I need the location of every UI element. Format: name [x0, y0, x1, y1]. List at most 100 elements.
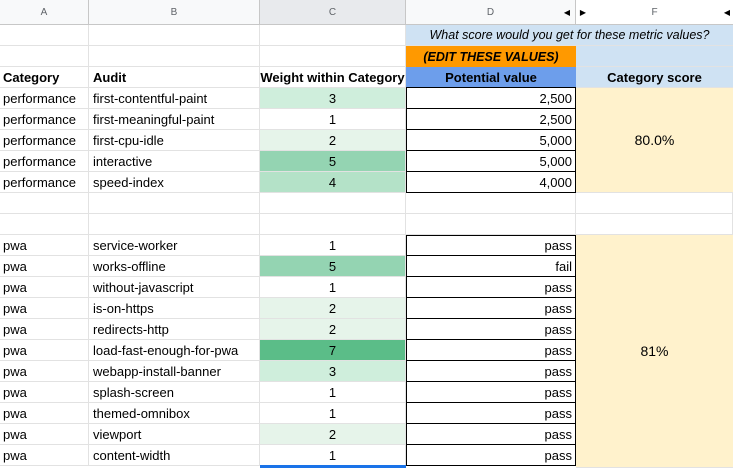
column-header-c[interactable]: C: [260, 0, 406, 25]
potential-value-cell[interactable]: pass: [406, 445, 576, 466]
column-header-d[interactable]: D: [406, 0, 576, 25]
audit-cell[interactable]: interactive: [89, 151, 260, 172]
category-cell[interactable]: performance: [0, 130, 89, 151]
cell[interactable]: [576, 214, 733, 235]
cell[interactable]: [0, 214, 89, 235]
weight-cell[interactable]: 5: [260, 256, 406, 277]
audit-cell[interactable]: webapp-install-banner: [89, 361, 260, 382]
weight-cell[interactable]: 3: [260, 88, 406, 109]
category-cell[interactable]: pwa: [0, 256, 89, 277]
weight-cell[interactable]: 1: [260, 277, 406, 298]
cell[interactable]: [260, 25, 406, 46]
audit-cell[interactable]: splash-screen: [89, 382, 260, 403]
audit-cell[interactable]: without-javascript: [89, 277, 260, 298]
edit-values-hint[interactable]: (EDIT THESE VALUES): [406, 46, 576, 67]
category-score-header[interactable]: Category score: [576, 67, 733, 88]
cell[interactable]: [406, 193, 576, 214]
potential-value-cell[interactable]: 4,000: [406, 172, 576, 193]
weight-cell[interactable]: 7: [260, 340, 406, 361]
category-header[interactable]: Category: [0, 67, 89, 88]
audit-cell[interactable]: speed-index: [89, 172, 260, 193]
weight-cell[interactable]: 3: [260, 361, 406, 382]
pwa-category-score[interactable]: 81%: [576, 235, 733, 468]
weight-cell[interactable]: 2: [260, 424, 406, 445]
potential-value-cell[interactable]: pass: [406, 361, 576, 382]
performance-category-score[interactable]: 80.0%: [576, 88, 733, 193]
category-cell[interactable]: pwa: [0, 445, 89, 466]
weight-cell[interactable]: 1: [260, 445, 406, 466]
audit-cell[interactable]: service-worker: [89, 235, 260, 256]
audit-cell[interactable]: themed-omnibox: [89, 403, 260, 424]
potential-value-cell[interactable]: pass: [406, 235, 576, 256]
potential-value-cell[interactable]: pass: [406, 340, 576, 361]
cell[interactable]: [576, 193, 733, 214]
cell[interactable]: [406, 214, 576, 235]
cell[interactable]: [89, 214, 260, 235]
category-cell[interactable]: performance: [0, 109, 89, 130]
weight-cell[interactable]: 2: [260, 130, 406, 151]
cell[interactable]: [0, 46, 89, 67]
question-header[interactable]: What score would you get for these metri…: [406, 25, 733, 46]
category-cell[interactable]: pwa: [0, 382, 89, 403]
weight-cell[interactable]: 2: [260, 298, 406, 319]
category-cell[interactable]: performance: [0, 88, 89, 109]
category-cell[interactable]: pwa: [0, 403, 89, 424]
cell[interactable]: [89, 25, 260, 46]
audit-cell[interactable]: viewport: [89, 424, 260, 445]
weight-cell[interactable]: 1: [260, 235, 406, 256]
category-cell[interactable]: performance: [0, 172, 89, 193]
potential-value-cell[interactable]: pass: [406, 277, 576, 298]
category-cell[interactable]: pwa: [0, 340, 89, 361]
potential-value-cell[interactable]: 5,000: [406, 130, 576, 151]
cell[interactable]: [0, 25, 89, 46]
audit-cell[interactable]: redirects-http: [89, 319, 260, 340]
weight-cell[interactable]: 1: [260, 403, 406, 424]
weight-cell[interactable]: 4: [260, 172, 406, 193]
weight-header[interactable]: Weight within Category: [260, 67, 406, 88]
potential-value-cell[interactable]: pass: [406, 403, 576, 424]
potential-value-cell[interactable]: fail: [406, 256, 576, 277]
empty-row: [0, 193, 733, 214]
category-cell[interactable]: pwa: [0, 298, 89, 319]
audit-cell[interactable]: is-on-https: [89, 298, 260, 319]
audit-cell[interactable]: first-meaningful-paint: [89, 109, 260, 130]
category-cell[interactable]: pwa: [0, 361, 89, 382]
column-header-f[interactable]: F: [576, 0, 733, 25]
potential-value-cell[interactable]: pass: [406, 298, 576, 319]
cell[interactable]: [576, 46, 733, 67]
potential-value-cell[interactable]: pass: [406, 424, 576, 445]
category-cell[interactable]: pwa: [0, 235, 89, 256]
hidden-column-arrow-icon[interactable]: ◀: [722, 0, 732, 25]
potential-value-header[interactable]: Potential value: [406, 67, 576, 88]
weight-cell[interactable]: 1: [260, 109, 406, 130]
category-cell[interactable]: pwa: [0, 424, 89, 445]
category-cell[interactable]: pwa: [0, 277, 89, 298]
audit-cell[interactable]: load-fast-enough-for-pwa: [89, 340, 260, 361]
potential-value-cell[interactable]: 5,000: [406, 151, 576, 172]
spreadsheet-grid: A B C D ◀ ▶ F ◀ What score would you get…: [0, 0, 733, 468]
weight-cell[interactable]: 2: [260, 319, 406, 340]
weight-cell[interactable]: 5: [260, 151, 406, 172]
column-header-a[interactable]: A: [0, 0, 89, 25]
audit-cell[interactable]: first-cpu-idle: [89, 130, 260, 151]
audit-cell[interactable]: works-offline: [89, 256, 260, 277]
cell[interactable]: [89, 193, 260, 214]
cell[interactable]: [260, 193, 406, 214]
category-cell[interactable]: pwa: [0, 319, 89, 340]
cell[interactable]: [89, 46, 260, 67]
column-header-b[interactable]: B: [89, 0, 260, 25]
audit-cell[interactable]: content-width: [89, 445, 260, 466]
weight-cell[interactable]: 1: [260, 382, 406, 403]
hidden-column-left-arrow-icon[interactable]: ◀: [562, 0, 572, 25]
audit-cell[interactable]: first-contentful-paint: [89, 88, 260, 109]
cell[interactable]: [0, 193, 89, 214]
potential-value-cell[interactable]: pass: [406, 319, 576, 340]
cell[interactable]: [260, 46, 406, 67]
empty-row: [0, 214, 733, 235]
potential-value-cell[interactable]: 2,500: [406, 109, 576, 130]
audit-header[interactable]: Audit: [89, 67, 260, 88]
potential-value-cell[interactable]: 2,500: [406, 88, 576, 109]
cell[interactable]: [260, 214, 406, 235]
category-cell[interactable]: performance: [0, 151, 89, 172]
potential-value-cell[interactable]: pass: [406, 382, 576, 403]
